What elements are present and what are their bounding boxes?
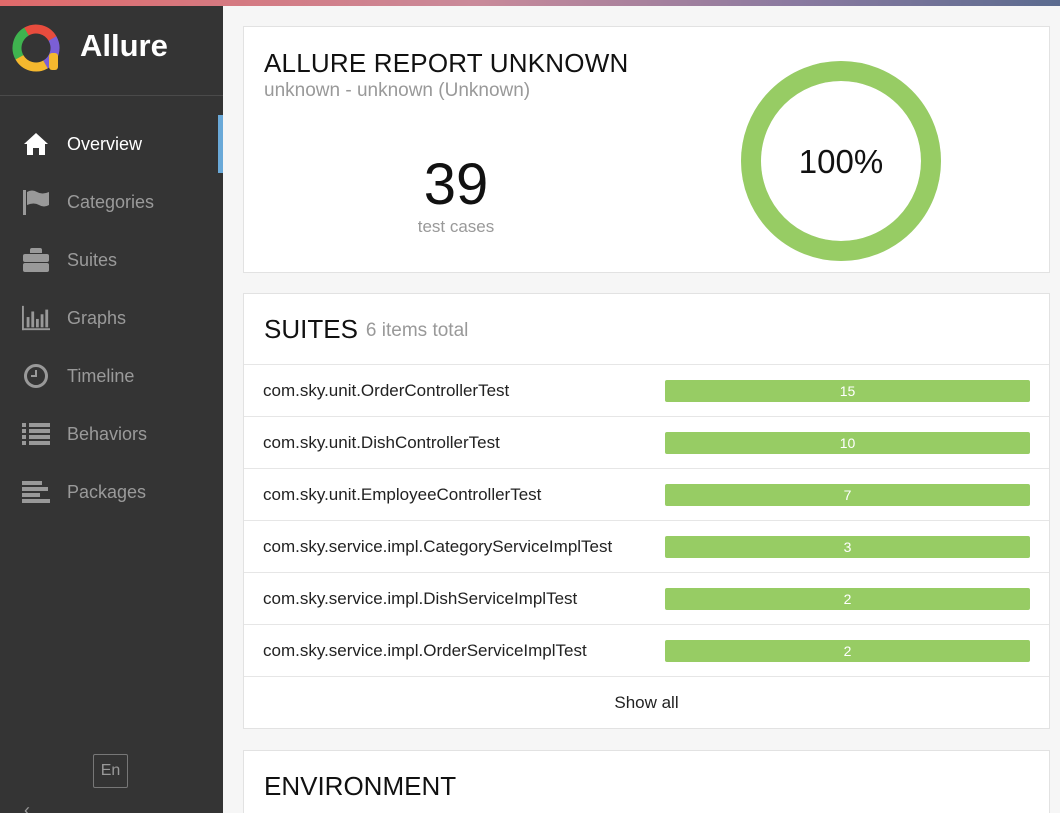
nav-item-suites[interactable]: Suites — [0, 231, 223, 289]
chevron-left-icon: ‹ — [24, 800, 30, 813]
list-icon — [22, 420, 50, 448]
suite-name: com.sky.service.impl.OrderServiceImplTes… — [263, 640, 587, 660]
suites-title: SUITES — [264, 313, 358, 344]
environment-widget: ENVIRONMENT — [243, 750, 1050, 813]
nav-item-packages[interactable]: Packages — [0, 463, 223, 521]
suites-total: 6 items total — [365, 320, 469, 341]
suites-widget: SUITES 6 items total com.sky.unit.OrderC… — [243, 293, 1050, 729]
suite-row[interactable]: com.sky.unit.EmployeeControllerTest 7 — [244, 469, 1049, 521]
clock-icon — [22, 362, 50, 390]
suite-row[interactable]: com.sky.service.impl.CategoryServiceImpl… — [244, 521, 1049, 573]
suite-name: com.sky.unit.DishControllerTest — [263, 432, 500, 452]
suite-passed-bar: 2 — [665, 639, 1030, 662]
suite-passed-bar: 10 — [665, 431, 1030, 454]
nav-item-overview[interactable]: Overview — [0, 115, 223, 173]
test-count: 39 — [423, 152, 489, 217]
suite-row[interactable]: com.sky.service.impl.DishServiceImplTest… — [244, 573, 1049, 625]
pass-rate-text: 100% — [799, 143, 883, 180]
bar-chart-icon — [22, 304, 50, 332]
brand[interactable]: Allure — [0, 0, 223, 96]
show-all-link[interactable]: Show all — [244, 677, 1049, 728]
home-icon — [22, 130, 50, 158]
allure-logo-icon — [12, 23, 60, 72]
nav-label: Packages — [67, 481, 147, 502]
nav-item-behaviors[interactable]: Behaviors — [0, 405, 223, 463]
brand-name: Allure — [80, 28, 168, 63]
suite-passed-bar: 3 — [665, 535, 1030, 558]
suites-header: SUITES 6 items total — [244, 294, 1049, 365]
nav-label: Graphs — [67, 307, 127, 328]
align-left-icon — [22, 478, 50, 506]
test-count-label: test cases — [417, 217, 495, 236]
nav-item-categories[interactable]: Categories — [0, 173, 223, 231]
nav-label: Behaviors — [67, 423, 148, 444]
environment-title: ENVIRONMENT — [264, 771, 457, 801]
main-nav: Overview Categories Suites Graphs Timeli… — [0, 115, 223, 521]
nav-label: Timeline — [67, 365, 135, 386]
suite-name: com.sky.service.impl.CategoryServiceImpl… — [263, 536, 613, 556]
briefcase-icon — [22, 246, 50, 274]
suite-passed-bar: 7 — [665, 483, 1030, 506]
suite-name: com.sky.unit.EmployeeControllerTest — [263, 484, 542, 504]
nav-item-graphs[interactable]: Graphs — [0, 289, 223, 347]
sidebar: Allure Overview Categories Suites Graphs — [0, 0, 223, 813]
nav-label: Overview — [67, 133, 143, 154]
report-title: ALLURE REPORT UNKNOWN — [264, 48, 629, 78]
suite-name: com.sky.service.impl.DishServiceImplTest — [263, 588, 578, 608]
language-switch-button[interactable]: En — [93, 754, 128, 788]
nav-item-timeline[interactable]: Timeline — [0, 347, 223, 405]
top-gradient-bar — [0, 0, 1060, 6]
report-subtitle: unknown - unknown (Unknown) — [264, 80, 531, 101]
main-content: ALLURE REPORT UNKNOWN unknown - unknown … — [243, 26, 1050, 813]
suite-name: com.sky.unit.OrderControllerTest — [263, 380, 510, 400]
suite-row[interactable]: com.sky.unit.OrderControllerTest 15 — [244, 365, 1049, 417]
nav-label: Suites — [67, 249, 118, 270]
suite-passed-bar: 2 — [665, 587, 1030, 610]
summary-widget: ALLURE REPORT UNKNOWN unknown - unknown … — [243, 26, 1050, 273]
nav-label: Categories — [67, 191, 155, 212]
pass-rate-donut[interactable]: 100% — [741, 61, 941, 261]
suite-row[interactable]: com.sky.service.impl.OrderServiceImplTes… — [244, 625, 1049, 677]
suite-row[interactable]: com.sky.unit.DishControllerTest 10 — [244, 417, 1049, 469]
collapse-button[interactable]: ‹ — [24, 800, 30, 813]
suite-passed-bar: 15 — [665, 379, 1030, 402]
flag-icon — [22, 188, 50, 216]
